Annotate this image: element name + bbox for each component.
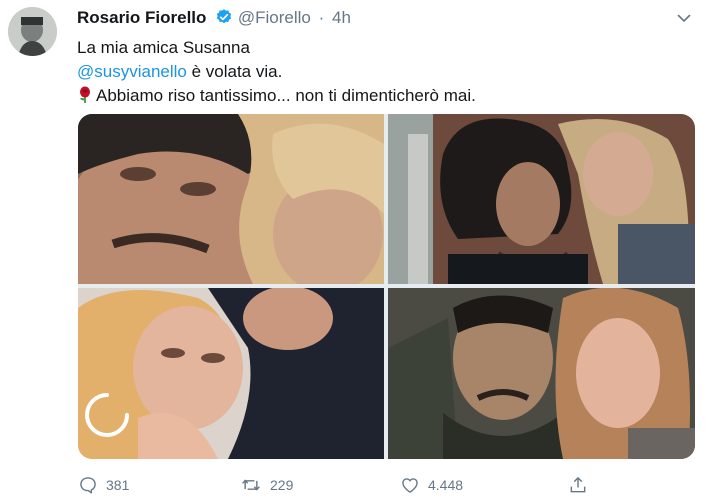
tweet-line-3-text: Abbiamo riso tantissimo... non ti diment… (96, 86, 476, 105)
loading-spinner-icon (85, 393, 129, 437)
photo-1[interactable] (78, 114, 384, 284)
tweet-line-2: @susyvianello è volata via. (77, 60, 476, 84)
photo-2[interactable] (388, 114, 695, 284)
mention-link[interactable]: @susyvianello (77, 62, 187, 81)
tweet-timestamp[interactable]: 4h (332, 8, 351, 27)
retweet-button[interactable]: 229 (240, 474, 293, 496)
like-count: 4.448 (428, 477, 464, 493)
tweet-line-1: La mia amica Susanna (77, 38, 250, 57)
chevron-down-icon[interactable] (676, 10, 692, 31)
reply-button[interactable]: 381 (78, 474, 129, 496)
share-icon (570, 476, 586, 493)
rose-icon (77, 86, 93, 111)
retweet-icon (242, 479, 260, 491)
tweet-line-2-rest: è volata via. (186, 62, 283, 81)
like-button[interactable]: 4.448 (400, 474, 463, 496)
share-button[interactable] (568, 474, 596, 496)
like-icon (402, 478, 418, 493)
reply-count: 381 (106, 477, 130, 493)
photo-4[interactable] (388, 288, 695, 459)
tweet-line-3: Abbiamo riso tantissimo... non ti diment… (77, 84, 476, 108)
author-name[interactable]: Rosario Fiorello (77, 8, 206, 27)
author-avatar[interactable] (8, 7, 57, 56)
separator-dot: · (318, 8, 325, 27)
tweet-actions: 381 229 4.448 (78, 474, 618, 498)
tweet-text: La mia amica Susanna @susyvianello è vol… (77, 36, 476, 108)
author-handle[interactable]: @Fiorello (238, 8, 311, 27)
tweet-header: Rosario Fiorello @Fiorello · 4h (77, 8, 690, 32)
photo-grid (78, 114, 695, 459)
reply-icon (80, 477, 96, 494)
photo-3[interactable] (78, 288, 384, 459)
retweet-count: 229 (270, 477, 294, 493)
verified-badge-icon (215, 8, 233, 31)
